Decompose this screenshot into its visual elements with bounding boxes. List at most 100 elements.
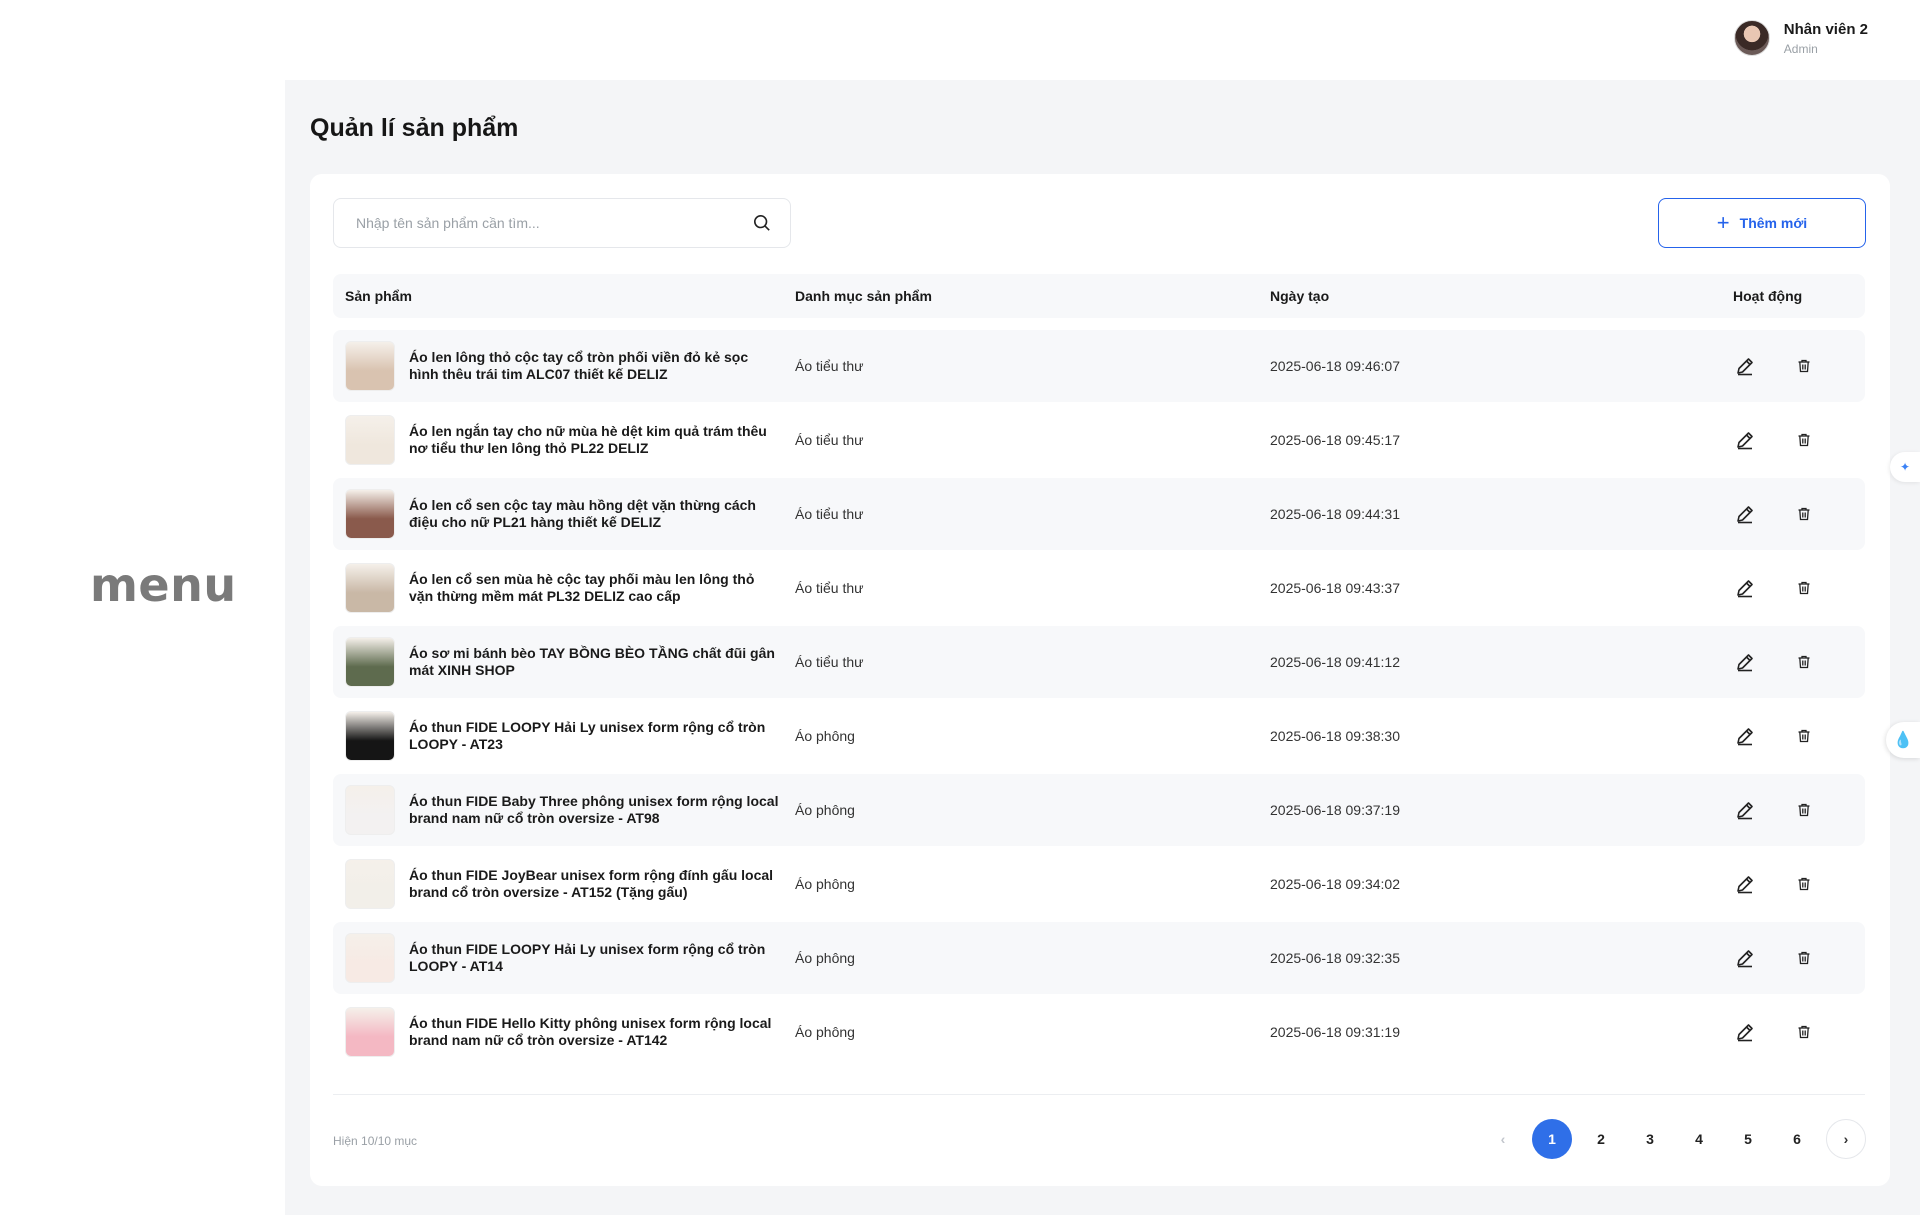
top-header: Nhân viên 2 Admin	[285, 0, 1920, 80]
table-row[interactable]: Áo thun FIDE Hello Kitty phông unisex fo…	[333, 996, 1865, 1068]
column-header-actions: Hoạt động	[1733, 288, 1803, 304]
product-created-date: 2025-06-18 09:44:31	[1270, 506, 1400, 522]
page-button-2[interactable]: 2	[1581, 1119, 1621, 1159]
product-thumbnail[interactable]	[345, 933, 395, 983]
product-name: Áo len cổ sen cộc tay màu hồng dệt vặn t…	[409, 497, 756, 530]
product-created-date: 2025-06-18 09:46:07	[1270, 358, 1400, 374]
page-title: Quản lí sản phẩm	[310, 114, 519, 142]
item-count: Hiện 10/10 mục	[333, 1134, 418, 1148]
pagination: ‹ 1 2 3 4 5 6 ›	[1483, 1119, 1866, 1159]
table-row[interactable]: Áo sơ mi bánh bèo TAY BỒNG BÈO TẦNG chất…	[333, 626, 1865, 698]
trash-icon[interactable]	[1791, 1019, 1817, 1045]
edit-icon[interactable]	[1732, 501, 1758, 527]
plus-icon: +	[1716, 210, 1730, 235]
product-thumbnail[interactable]	[345, 711, 395, 761]
edit-icon[interactable]	[1732, 353, 1758, 379]
trash-icon[interactable]	[1791, 649, 1817, 675]
page-button-6[interactable]: 6	[1777, 1119, 1817, 1159]
product-category: Áo phông	[795, 1024, 855, 1040]
product-created-date: 2025-06-18 09:45:17	[1270, 432, 1400, 448]
column-header-category[interactable]: Danh mục sản phẩm	[795, 274, 932, 318]
table-row[interactable]: Áo len cổ sen mùa hè cộc tay phối màu le…	[333, 552, 1865, 624]
table-row[interactable]: Áo thun FIDE JoyBear unisex form rộng đí…	[333, 848, 1865, 920]
product-category: Áo tiểu thư	[795, 654, 864, 670]
user-role: Admin	[1783, 41, 1818, 56]
trash-icon[interactable]	[1791, 723, 1817, 749]
product-created-date: 2025-06-18 09:37:19	[1270, 802, 1400, 818]
product-thumbnail[interactable]	[345, 341, 395, 391]
product-category: Áo phông	[795, 950, 855, 966]
product-thumbnail[interactable]	[345, 415, 395, 465]
product-created-date: 2025-06-18 09:34:02	[1270, 876, 1400, 892]
trash-icon[interactable]	[1791, 353, 1817, 379]
table-body: Áo len lông thỏ cộc tay cổ tròn phối viề…	[333, 330, 1865, 1070]
page-button-5[interactable]: 5	[1728, 1119, 1768, 1159]
prev-page-button[interactable]: ‹	[1483, 1119, 1523, 1159]
table-row[interactable]: Áo thun FIDE Baby Three phông unisex for…	[333, 774, 1865, 846]
trash-icon[interactable]	[1791, 575, 1817, 601]
product-name: Áo thun FIDE Baby Three phông unisex for…	[409, 793, 779, 826]
product-thumbnail[interactable]	[345, 1007, 395, 1057]
product-thumbnail[interactable]	[345, 637, 395, 687]
product-thumbnail[interactable]	[345, 785, 395, 835]
product-category: Áo tiểu thư	[795, 358, 864, 374]
user-info: Nhân viên 2 Admin	[1784, 21, 1868, 56]
edit-icon[interactable]	[1732, 797, 1758, 823]
add-new-button[interactable]: + Thêm mới	[1658, 198, 1866, 248]
table-row[interactable]: Áo thun FIDE LOOPY Hải Ly unisex form rộ…	[333, 922, 1865, 994]
sidebar: menu	[0, 0, 285, 1215]
trash-icon[interactable]	[1791, 501, 1817, 527]
product-category: Áo tiểu thư	[795, 506, 864, 522]
product-thumbnail[interactable]	[345, 563, 395, 613]
product-thumbnail[interactable]	[345, 859, 395, 909]
product-created-date: 2025-06-18 09:43:37	[1270, 580, 1400, 596]
search-icon[interactable]	[752, 213, 772, 233]
search-box	[333, 198, 791, 248]
product-card: + Thêm mới Sản phẩm Danh mục sản phẩm Ng…	[310, 174, 1890, 1186]
product-category: Áo phông	[795, 876, 855, 892]
column-header-created[interactable]: Ngày tạo	[1270, 274, 1329, 318]
page-button-4[interactable]: 4	[1679, 1119, 1719, 1159]
product-category: Áo phông	[795, 728, 855, 744]
product-category: Áo phông	[795, 802, 855, 818]
user-name: Nhân viên 2	[1783, 20, 1868, 38]
product-thumbnail[interactable]	[345, 489, 395, 539]
product-category: Áo tiểu thư	[795, 580, 864, 596]
edit-icon[interactable]	[1732, 649, 1758, 675]
next-page-button[interactable]: ›	[1826, 1119, 1866, 1159]
trash-icon[interactable]	[1791, 871, 1817, 897]
sparkle-widget-icon[interactable]: ✦	[1890, 452, 1920, 482]
product-name: Áo thun FIDE Hello Kitty phông unisex fo…	[409, 1015, 772, 1048]
edit-icon[interactable]	[1732, 575, 1758, 601]
user-profile[interactable]: Nhân viên 2 Admin	[1733, 20, 1868, 56]
product-created-date: 2025-06-18 09:41:12	[1270, 654, 1400, 670]
product-created-date: 2025-06-18 09:31:19	[1270, 1024, 1400, 1040]
trash-icon[interactable]	[1791, 945, 1817, 971]
edit-icon[interactable]	[1732, 427, 1758, 453]
divider	[333, 1094, 1865, 1095]
product-name: Áo thun FIDE LOOPY Hải Ly unisex form rộ…	[409, 941, 766, 974]
trash-icon[interactable]	[1791, 427, 1817, 453]
page-button-1[interactable]: 1	[1532, 1119, 1572, 1159]
search-input[interactable]	[356, 215, 752, 231]
product-name: Áo len cổ sen mùa hè cộc tay phối màu le…	[409, 571, 755, 604]
edit-icon[interactable]	[1732, 723, 1758, 749]
edit-icon[interactable]	[1732, 945, 1758, 971]
edit-icon[interactable]	[1732, 871, 1758, 897]
table-row[interactable]: Áo len lông thỏ cộc tay cổ tròn phối viề…	[333, 330, 1865, 402]
avatar[interactable]	[1733, 20, 1770, 56]
assistant-widget-icon[interactable]: 💧	[1886, 722, 1920, 758]
product-name: Áo thun FIDE JoyBear unisex form rộng đí…	[409, 867, 774, 900]
product-created-date: 2025-06-18 09:38:30	[1270, 728, 1400, 744]
table-row[interactable]: Áo len ngắn tay cho nữ mùa hè dệt kim qu…	[333, 404, 1865, 476]
column-header-product[interactable]: Sản phẩm	[345, 274, 412, 318]
product-created-date: 2025-06-18 09:32:35	[1270, 950, 1400, 966]
table-row[interactable]: Áo thun FIDE LOOPY Hải Ly unisex form rộ…	[333, 700, 1865, 772]
product-name: Áo len ngắn tay cho nữ mùa hè dệt kim qu…	[409, 423, 767, 456]
product-category: Áo tiểu thư	[795, 432, 864, 448]
edit-icon[interactable]	[1732, 1019, 1758, 1045]
trash-icon[interactable]	[1791, 797, 1817, 823]
page-button-3[interactable]: 3	[1630, 1119, 1670, 1159]
product-name: Áo sơ mi bánh bèo TAY BỒNG BÈO TẦNG chất…	[409, 645, 775, 678]
table-row[interactable]: Áo len cổ sen cộc tay màu hồng dệt vặn t…	[333, 478, 1865, 550]
